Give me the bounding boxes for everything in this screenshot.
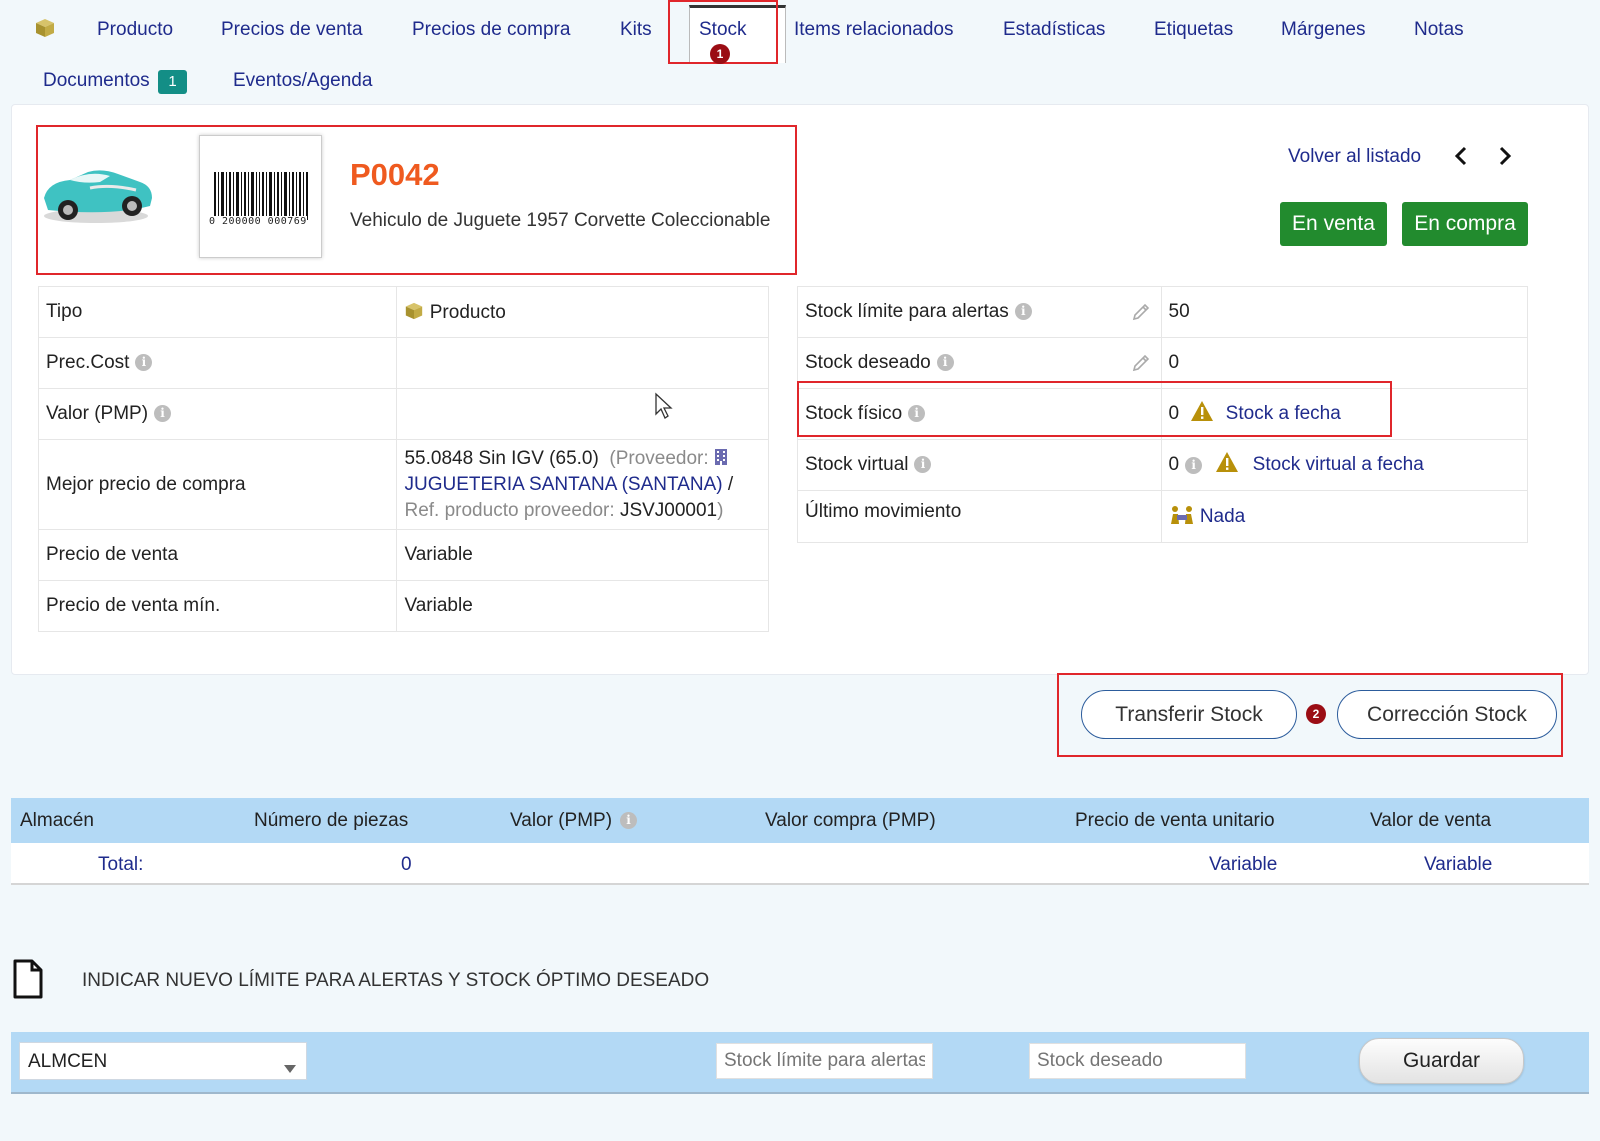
product-ref: P0042 xyxy=(350,157,440,192)
info-icon[interactable]: i xyxy=(1014,303,1032,321)
movement-icon xyxy=(1169,506,1195,527)
precio-venta-value: Variable xyxy=(396,529,769,581)
info-icon[interactable]: i xyxy=(154,405,172,423)
table-row-total: Total: 0 Variable Variable xyxy=(11,843,1589,885)
col-almacen[interactable]: Almacén xyxy=(20,810,94,832)
total-label: Total: xyxy=(98,854,144,875)
warning-icon xyxy=(1190,400,1214,428)
tipo-value: Producto xyxy=(429,301,506,323)
stock-table-header: Almacén Número de piezas Valor (PMP) i Va… xyxy=(11,798,1589,843)
col-precio-venta-unitario[interactable]: Precio de venta unitario xyxy=(1075,810,1275,832)
limits-form-bar: ALMCEN Guardar xyxy=(11,1032,1589,1094)
info-icon[interactable]: i xyxy=(1185,456,1203,474)
col-valor-pmp[interactable]: Valor (PMP) i xyxy=(510,810,638,832)
document-icon xyxy=(12,959,44,1005)
product-icon xyxy=(34,17,56,45)
stock-limit-label: Stock límite para alertas xyxy=(805,301,1009,322)
product-photo[interactable] xyxy=(40,140,158,248)
stock-desired-input[interactable] xyxy=(1029,1043,1246,1079)
col-valor-compra[interactable]: Valor compra (PMP) xyxy=(765,810,936,832)
best-price-label: Mejor precio de compra xyxy=(37,439,398,530)
barcode-graphic xyxy=(214,172,308,220)
previous-icon[interactable] xyxy=(1452,145,1470,173)
building-icon xyxy=(714,448,728,469)
annotation-badge-1: 1 xyxy=(710,44,730,64)
tipo-label: Tipo xyxy=(37,286,398,338)
en-venta-button[interactable]: En venta xyxy=(1280,202,1387,246)
back-to-list-link[interactable]: Volver al listado xyxy=(1288,146,1421,168)
transfer-stock-button[interactable]: Transferir Stock xyxy=(1081,690,1297,739)
stock-physical-label: Stock físico xyxy=(805,403,903,424)
warehouse-select[interactable]: ALMCEN xyxy=(19,1042,307,1080)
barcode-image[interactable]: 0 200000 000769 xyxy=(199,135,322,258)
documentos-count-badge: 1 xyxy=(158,70,187,94)
pmp-label: Valor (PMP) xyxy=(46,403,149,424)
total-pieces: 0 xyxy=(401,854,412,875)
stock-desired-label: Stock deseado xyxy=(805,352,931,373)
tab-estadisticas[interactable]: Estadísticas xyxy=(1003,19,1105,41)
stock-at-date-link[interactable]: Stock a fecha xyxy=(1226,403,1341,424)
supplier-ref-label: Ref. producto proveedor: xyxy=(404,499,615,521)
info-icon[interactable]: i xyxy=(620,812,638,830)
barcode-number: 0 200000 000769 xyxy=(209,216,307,227)
prec-cost-label: Prec.Cost xyxy=(46,352,130,373)
supplier-ref-value: JSVJ00001 xyxy=(619,499,718,521)
tab-kits[interactable]: Kits xyxy=(620,19,652,41)
tab-items-relacionados[interactable]: Items relacionados xyxy=(794,19,953,41)
warning-icon xyxy=(1215,451,1239,479)
edit-pencil-icon[interactable] xyxy=(1131,302,1151,328)
supplier-link[interactable]: JUGUETERIA SANTANA (SANTANA) xyxy=(404,474,722,495)
prec-cost-value xyxy=(396,337,769,389)
col-valor-venta[interactable]: Valor de venta xyxy=(1370,810,1491,832)
tab-notas[interactable]: Notas xyxy=(1414,19,1464,41)
product-type-icon xyxy=(404,302,424,323)
correction-stock-button[interactable]: Corrección Stock xyxy=(1337,690,1557,739)
last-movement-label: Último movimiento xyxy=(797,490,1162,543)
save-button[interactable]: Guardar xyxy=(1359,1038,1524,1084)
stock-physical-value: 0 xyxy=(1168,403,1180,425)
last-movement-link[interactable]: Nada xyxy=(1200,506,1245,527)
stock-virtual-at-date-link[interactable]: Stock virtual a fecha xyxy=(1253,454,1424,475)
stock-limit-input[interactable] xyxy=(716,1043,933,1079)
col-numero-piezas[interactable]: Número de piezas xyxy=(254,810,408,832)
stock-limit-value: 50 xyxy=(1160,286,1529,338)
warehouse-select-value: ALMCEN xyxy=(28,1051,108,1072)
precio-venta-min-value: Variable xyxy=(396,580,769,632)
proveedor-label: (Proveedor: xyxy=(609,447,709,469)
chevron-down-icon xyxy=(284,1057,296,1079)
right-properties-table: Stock límite para alertas i 50 Stock dese… xyxy=(797,286,1529,543)
en-compra-button[interactable]: En compra xyxy=(1402,202,1528,246)
info-icon[interactable]: i xyxy=(936,354,954,372)
total-sale-value: Variable xyxy=(1424,854,1493,875)
info-icon[interactable]: i xyxy=(914,456,932,474)
tab-producto[interactable]: Producto xyxy=(97,19,173,41)
precio-venta-label: Precio de venta xyxy=(37,529,398,581)
next-icon[interactable] xyxy=(1496,145,1514,173)
limits-section-title: INDICAR NUEVO LÍMITE PARA ALERTAS Y STOC… xyxy=(82,970,710,991)
tab-etiquetas[interactable]: Etiquetas xyxy=(1154,19,1233,41)
stock-virtual-value: 0 xyxy=(1168,454,1180,476)
left-properties-table: Tipo Producto Prec.Cost i Valor (PMP) i Me… xyxy=(37,286,769,632)
stock-virtual-label: Stock virtual xyxy=(805,454,909,475)
col-valor-pmp-label: Valor (PMP) xyxy=(510,810,613,831)
info-icon[interactable]: i xyxy=(135,354,153,372)
tab-precios-venta[interactable]: Precios de venta xyxy=(221,19,363,41)
precio-venta-min-label: Precio de venta mín. xyxy=(37,580,398,632)
tab-eventos[interactable]: Eventos/Agenda xyxy=(233,70,372,92)
tab-stock[interactable]: Stock xyxy=(699,19,747,41)
pmp-value xyxy=(396,388,769,440)
best-price-value: 55.0848 Sin IGV (65.0) xyxy=(404,447,599,469)
product-label: Vehiculo de Juguete 1957 Corvette Colecc… xyxy=(350,210,771,231)
stock-desired-value: 0 xyxy=(1160,337,1529,389)
annotation-badge-2: 2 xyxy=(1306,704,1326,724)
edit-pencil-icon[interactable] xyxy=(1131,353,1151,379)
tab-documentos[interactable]: Documentos xyxy=(43,70,150,92)
mouse-cursor-icon xyxy=(654,392,674,426)
total-unit-price: Variable xyxy=(1209,854,1278,875)
tab-margenes[interactable]: Márgenes xyxy=(1281,19,1366,41)
info-icon[interactable]: i xyxy=(908,405,926,423)
tab-precios-compra[interactable]: Precios de compra xyxy=(412,19,570,41)
